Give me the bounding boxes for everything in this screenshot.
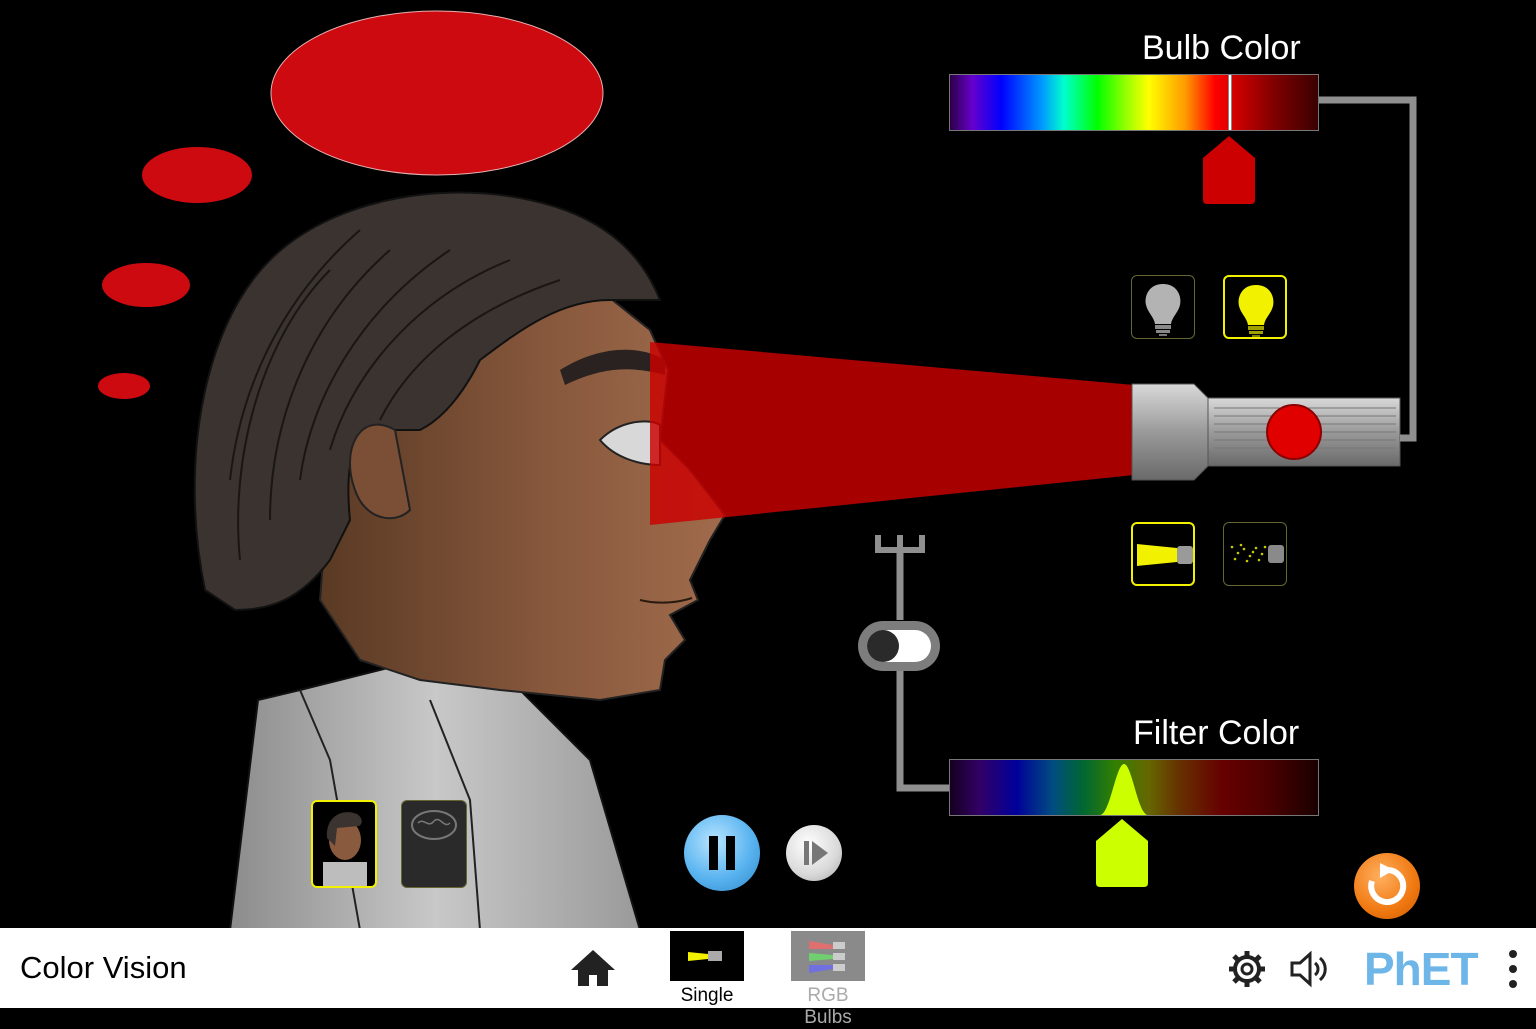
head-icon: [323, 812, 367, 886]
solid-beam-icon: [1137, 544, 1193, 566]
bulb-color-title: Bulb Color: [1142, 29, 1301, 67]
solid-beam-button[interactable]: [1131, 522, 1195, 586]
screen-label: Single Bulb: [680, 985, 734, 1028]
bulb-color-marker: [1228, 75, 1232, 130]
step-forward-button[interactable]: [786, 825, 842, 881]
gear-icon: [1229, 951, 1265, 987]
flashlight-icon: [670, 931, 744, 981]
filter-color-thumb[interactable]: [1094, 817, 1150, 889]
reset-icon: [1368, 863, 1407, 905]
yellow-bulb-icon: [1238, 285, 1274, 337]
reset-button[interactable]: [1354, 853, 1420, 919]
thought-bubble-large: [270, 10, 604, 176]
rgb-flashlights-icon: [791, 931, 865, 981]
brain-view-button[interactable]: [401, 800, 467, 888]
head-view-button[interactable]: [311, 800, 377, 888]
thought-bubble-small: [102, 263, 190, 307]
brain-icon: [411, 810, 457, 840]
kebab-menu-icon: [1509, 950, 1517, 988]
app-title: Color Vision: [20, 950, 187, 985]
sound-button[interactable]: [1288, 948, 1336, 995]
speaker-icon: [1290, 950, 1327, 988]
filter-color-spectrum[interactable]: [949, 759, 1319, 816]
settings-button[interactable]: [1226, 948, 1268, 995]
navigation-bar: Color Vision Single Bulb RGB Bulbs PhET: [0, 928, 1536, 1028]
white-light-button[interactable]: [1131, 275, 1195, 339]
white-bulb-icon: [1145, 284, 1181, 336]
home-button[interactable]: [568, 946, 618, 995]
screen-rgb-bulbs[interactable]: RGB Bulbs: [782, 931, 874, 1029]
wires: [875, 96, 1417, 792]
pause-button[interactable]: [684, 815, 760, 891]
screen-label: RGB Bulbs: [804, 985, 852, 1028]
menu-button[interactable]: [1505, 946, 1521, 997]
pause-icon: [709, 836, 735, 870]
bulb-color-thumb[interactable]: [1201, 134, 1257, 206]
simulation-area: Bulb Color Filter Color: [0, 0, 1536, 928]
filter-transmission-curve: [1100, 764, 1148, 815]
filter-color-title: Filter Color: [1133, 714, 1300, 752]
step-forward-icon: [804, 841, 828, 865]
screen-single-bulb[interactable]: Single Bulb: [661, 931, 753, 1029]
home-icon: [571, 950, 615, 986]
thought-bubble-tiny: [98, 373, 150, 399]
photon-beam-icon: [1230, 543, 1284, 563]
bulb-color-spectrum[interactable]: [949, 74, 1319, 131]
filter-switch[interactable]: [858, 621, 940, 671]
phet-logo[interactable]: PhET: [1364, 942, 1479, 996]
monochromatic-light-button[interactable]: [1223, 275, 1287, 339]
photon-beam-button[interactable]: [1223, 522, 1287, 586]
